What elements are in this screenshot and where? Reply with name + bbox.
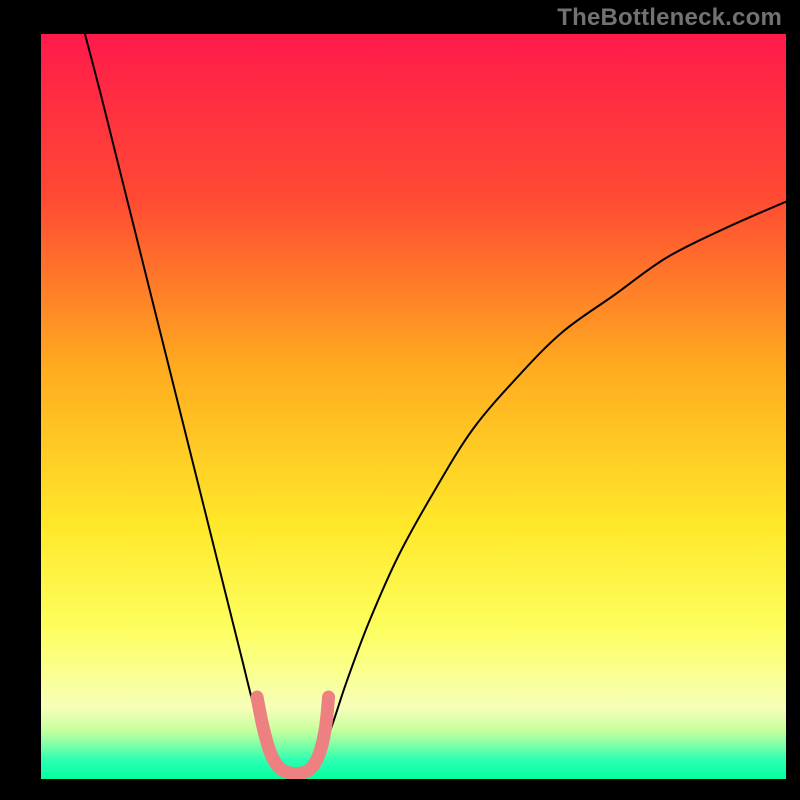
bottleneck-chart (0, 0, 800, 800)
gradient-background (41, 34, 786, 779)
chart-frame: TheBottleneck.com (0, 0, 800, 800)
